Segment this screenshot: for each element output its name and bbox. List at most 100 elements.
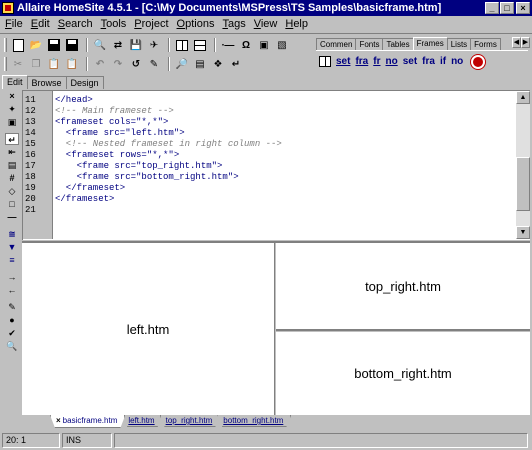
find-in-files-icon[interactable]: 💾 (128, 37, 144, 53)
tag-inspector-icon[interactable]: ▣ (256, 37, 272, 53)
tab-scroll-left-icon[interactable]: ◀ (512, 37, 521, 48)
tab-browse[interactable]: Browse (26, 76, 67, 89)
frame-layout-icon[interactable] (174, 37, 190, 53)
quick-fr-button[interactable]: fr (372, 54, 381, 70)
scroll-up-icon[interactable]: ▲ (516, 91, 530, 104)
comment-icon[interactable]: ● (5, 314, 19, 326)
code-sweeper-icon[interactable]: ∙— (220, 37, 236, 53)
quick-frameset-button[interactable]: set (335, 54, 351, 70)
code-line[interactable]: <frameset cols="*,*"> (55, 117, 168, 128)
code-area[interactable]: </head> <!-- Main frameset --> <frameset c… (55, 91, 515, 239)
scroll-down-icon[interactable]: ▼ (516, 226, 530, 239)
toggle-bookmark-icon[interactable]: ◇ (5, 185, 19, 197)
frame-wizard-icon[interactable] (318, 54, 332, 70)
spell-icon[interactable]: ✔ (5, 327, 19, 339)
quick-frame-button[interactable]: fra (354, 54, 369, 70)
close-document-icon[interactable]: × (5, 90, 19, 102)
close-button[interactable]: × (516, 2, 530, 14)
frameset-button[interactable]: set (402, 54, 418, 70)
code-line[interactable]: <frameset rows="*,*"> (55, 150, 179, 161)
arrow-left-icon[interactable]: ← (5, 284, 19, 296)
toolbar-grip[interactable] (4, 57, 7, 71)
code-line[interactable]: </frameset> (55, 194, 114, 205)
toolbar-grip[interactable] (4, 38, 7, 52)
doc-tab-left[interactable]: left.htm (122, 415, 162, 427)
tab-fonts[interactable]: Fonts (355, 38, 384, 50)
next-icon[interactable]: ▼ (5, 241, 19, 253)
tab-common[interactable]: Commen (316, 38, 357, 50)
menu-search[interactable]: Search (55, 18, 98, 30)
code-line[interactable]: <!-- Main frameset --> (55, 106, 174, 117)
tab-lists[interactable]: Lists (446, 38, 472, 50)
paste-icon[interactable]: 📋 (46, 56, 62, 72)
open-folder-icon[interactable]: 📂 (28, 37, 44, 53)
menu-options[interactable]: Options (174, 18, 220, 30)
menu-tags[interactable]: Tags (219, 18, 250, 30)
code-line[interactable]: </frameset> (55, 183, 125, 194)
doc-tab-basicframe[interactable]: × basicframe.htm (50, 415, 125, 428)
menu-project[interactable]: Project (131, 18, 173, 30)
paste-special-icon[interactable]: 📋 (64, 56, 80, 72)
code-editor[interactable]: 11 12 13 14 15 16 17 18 19 20 21 </head> <!-- Main … (22, 90, 530, 240)
tab-forms[interactable]: Forms (470, 38, 501, 50)
tab-frames[interactable]: Frames (412, 37, 448, 50)
check-links-icon[interactable]: ❖ (210, 56, 226, 72)
menu-view[interactable]: View (251, 18, 283, 30)
replace-icon[interactable]: ⇄ (110, 37, 126, 53)
refresh-icon[interactable]: ↺ (128, 56, 144, 72)
doc-tab-bottom-right[interactable]: bottom_right.htm (217, 415, 291, 427)
new-document-icon[interactable] (10, 37, 26, 53)
save-all-icon[interactable] (64, 37, 80, 53)
menu-help[interactable]: Help (282, 18, 313, 30)
word-wrap-icon[interactable]: ↵ (228, 56, 244, 72)
doc-tab-top-right[interactable]: top_right.htm (160, 415, 221, 427)
line-numbers-icon[interactable]: # (5, 172, 19, 184)
editor-scrollbar[interactable]: ▲ ▼ (516, 91, 530, 239)
quick-noframes-button[interactable]: no (384, 54, 398, 70)
special-characters-icon[interactable]: Ω (238, 37, 254, 53)
iframe-button[interactable]: if (439, 54, 447, 70)
noframes-button[interactable]: no (450, 54, 464, 70)
save-icon[interactable] (46, 37, 62, 53)
code-line[interactable]: <frame src="top_right.htm"> (55, 161, 223, 172)
maximize-button[interactable]: □ (500, 2, 514, 14)
code-line[interactable]: </head> (55, 95, 93, 106)
redo-icon[interactable]: ↷ (110, 56, 126, 72)
cut-icon[interactable]: ✂ (10, 56, 26, 72)
code-line[interactable]: <frame src="bottom_right.htm"> (55, 172, 239, 183)
special-chars-icon[interactable]: ≅ (5, 228, 19, 240)
scrollbar-thumb[interactable] (516, 157, 530, 211)
tag-chooser-icon[interactable]: ▧ (274, 37, 290, 53)
spell-check-icon[interactable]: ▤ (192, 56, 208, 72)
menu-edit[interactable]: Edit (28, 18, 55, 30)
tab-scroll-right-icon[interactable]: ▶ (521, 37, 530, 48)
target-icon[interactable] (471, 54, 486, 69)
horizontal-rule-icon[interactable]: — (5, 211, 19, 223)
copy-icon[interactable]: ❐ (28, 56, 44, 72)
tab-design[interactable]: Design (65, 76, 104, 89)
close-tab-icon[interactable]: × (56, 416, 61, 425)
replace-in-files-icon[interactable]: ✈ (146, 37, 162, 53)
snippet-icon[interactable]: ✎ (146, 56, 162, 72)
arrow-right-icon[interactable]: → (5, 271, 19, 283)
code-line[interactable]: <frame src="left.htm"> (55, 128, 185, 139)
tab-edit[interactable]: Edit (2, 75, 28, 89)
frame-button[interactable]: fra (421, 54, 436, 70)
find-icon[interactable]: 🔍 (92, 37, 108, 53)
snippet-list-icon[interactable]: ≡ (5, 254, 19, 266)
toggle-resource-tab-icon[interactable]: ▣ (5, 116, 19, 128)
word-wrap-toggle-icon[interactable]: ↵ (5, 133, 19, 145)
indent-icon[interactable]: ⇤ (5, 146, 19, 158)
menu-file[interactable]: File (2, 18, 28, 30)
homesite-app-icon[interactable] (2, 2, 14, 14)
validate-icon[interactable]: 🔎 (174, 56, 190, 72)
frame-split-icon[interactable] (192, 37, 208, 53)
edit-tag-icon[interactable]: ✎ (5, 301, 19, 313)
undo-icon[interactable]: ↶ (92, 56, 108, 72)
menu-tools[interactable]: Tools (98, 18, 132, 30)
code-line[interactable]: <!-- Nested frameset in right column --> (55, 139, 282, 150)
tab-tables[interactable]: Tables (382, 38, 414, 50)
show-gutter-icon[interactable]: ▤ (5, 159, 19, 171)
insert-image-icon[interactable]: □ (5, 198, 19, 210)
minimize-button[interactable]: _ (485, 2, 499, 14)
